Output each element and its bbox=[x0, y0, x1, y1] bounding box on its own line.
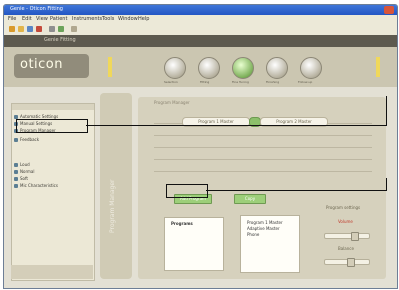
settings-icon[interactable] bbox=[71, 26, 77, 32]
programs-list[interactable]: Programs bbox=[164, 217, 224, 271]
step-finishing-icon[interactable] bbox=[266, 57, 288, 79]
side-tab[interactable]: Program Manager bbox=[100, 93, 132, 279]
menu-view[interactable]: View bbox=[36, 16, 48, 22]
brand-tabs: Genie Fitting bbox=[44, 37, 76, 43]
menu-tools[interactable]: Tools bbox=[102, 16, 114, 22]
program-settings-title: Program settings bbox=[326, 205, 361, 210]
option-line-1[interactable]: Program 1 Master bbox=[247, 220, 283, 225]
left-item-feedback[interactable]: Feedback bbox=[20, 137, 39, 142]
menu-window[interactable]: Window bbox=[118, 16, 138, 22]
normal-icon bbox=[14, 170, 18, 174]
app-window: Genie - Oticon Fitting File Edit View Pa… bbox=[3, 4, 398, 289]
callout-line-bottom bbox=[206, 190, 386, 191]
title-bar: Genie - Oticon Fitting bbox=[4, 5, 397, 15]
menu-file[interactable]: File bbox=[8, 16, 16, 22]
programs-list-title: Programs bbox=[171, 221, 193, 226]
menu-edit[interactable]: Edit bbox=[22, 16, 32, 22]
print-icon[interactable] bbox=[49, 26, 55, 32]
window-title: Genie - Oticon Fitting bbox=[10, 6, 63, 12]
left-panel-header bbox=[12, 104, 94, 110]
left-panel-footer bbox=[11, 265, 93, 279]
callout-line-bottom-v bbox=[386, 178, 387, 191]
step-fitting-icon[interactable] bbox=[198, 57, 220, 79]
header-separator-right bbox=[376, 57, 380, 77]
left-item-loud[interactable]: Loud bbox=[20, 162, 30, 167]
open-icon[interactable] bbox=[18, 26, 24, 32]
left-item-mic[interactable]: Mic Characteristics bbox=[20, 183, 58, 188]
copy-button[interactable]: Copy bbox=[234, 194, 266, 204]
close-button[interactable] bbox=[384, 6, 394, 14]
callout-add-program bbox=[166, 184, 208, 198]
balance-slider-knob[interactable] bbox=[347, 258, 355, 267]
save-icon[interactable] bbox=[27, 26, 33, 32]
brand-bar: Genie Fitting bbox=[4, 35, 397, 47]
new-icon[interactable] bbox=[9, 26, 15, 32]
step-followup-label: Follow-up bbox=[298, 80, 313, 84]
volume-slider[interactable] bbox=[324, 232, 370, 241]
option-line-3[interactable]: Phone bbox=[247, 232, 259, 237]
step-fitting-label: Fitting bbox=[200, 80, 210, 84]
callout-program-manager bbox=[16, 119, 88, 133]
step-selection-label: Selection bbox=[164, 80, 178, 84]
left-item-normal[interactable]: Normal bbox=[20, 169, 34, 174]
step-fine-tuning-label: Fine Tuning bbox=[232, 80, 249, 84]
close-icon[interactable] bbox=[36, 26, 42, 32]
menu-help[interactable]: Help bbox=[138, 16, 149, 22]
soft-icon bbox=[14, 177, 18, 181]
oticon-logo: oticon bbox=[14, 54, 89, 78]
main-header: Program Manager bbox=[154, 100, 190, 105]
program-options-list[interactable]: Program 1 Master Adaptive Master Phone bbox=[240, 215, 300, 273]
menu-instruments[interactable]: Instruments bbox=[72, 16, 102, 22]
logo-text: oticon bbox=[20, 57, 64, 72]
side-tab-label: Program Manager bbox=[109, 179, 116, 233]
feedback-icon bbox=[14, 138, 18, 142]
left-item-soft[interactable]: Soft bbox=[20, 176, 28, 181]
option-line-2[interactable]: Adaptive Master bbox=[247, 226, 280, 231]
mic-icon bbox=[14, 184, 18, 188]
help-icon[interactable] bbox=[58, 26, 64, 32]
callout-line-top bbox=[86, 125, 386, 126]
volume-slider-knob[interactable] bbox=[351, 232, 359, 241]
step-fine-tuning-icon[interactable] bbox=[232, 57, 254, 79]
callout-line-top-v bbox=[386, 96, 387, 126]
header-separator-left bbox=[108, 57, 112, 77]
balance-slider[interactable] bbox=[324, 258, 370, 267]
slider1-label: Volume bbox=[338, 219, 353, 224]
slider2-label: Balance bbox=[338, 246, 354, 251]
step-followup-icon[interactable] bbox=[300, 57, 322, 79]
program-grid bbox=[154, 123, 372, 183]
loud-icon bbox=[14, 163, 18, 167]
step-selection-icon[interactable] bbox=[164, 57, 186, 79]
step-finishing-label: Finishing bbox=[266, 80, 280, 84]
menu-patient[interactable]: Patient bbox=[50, 16, 67, 22]
